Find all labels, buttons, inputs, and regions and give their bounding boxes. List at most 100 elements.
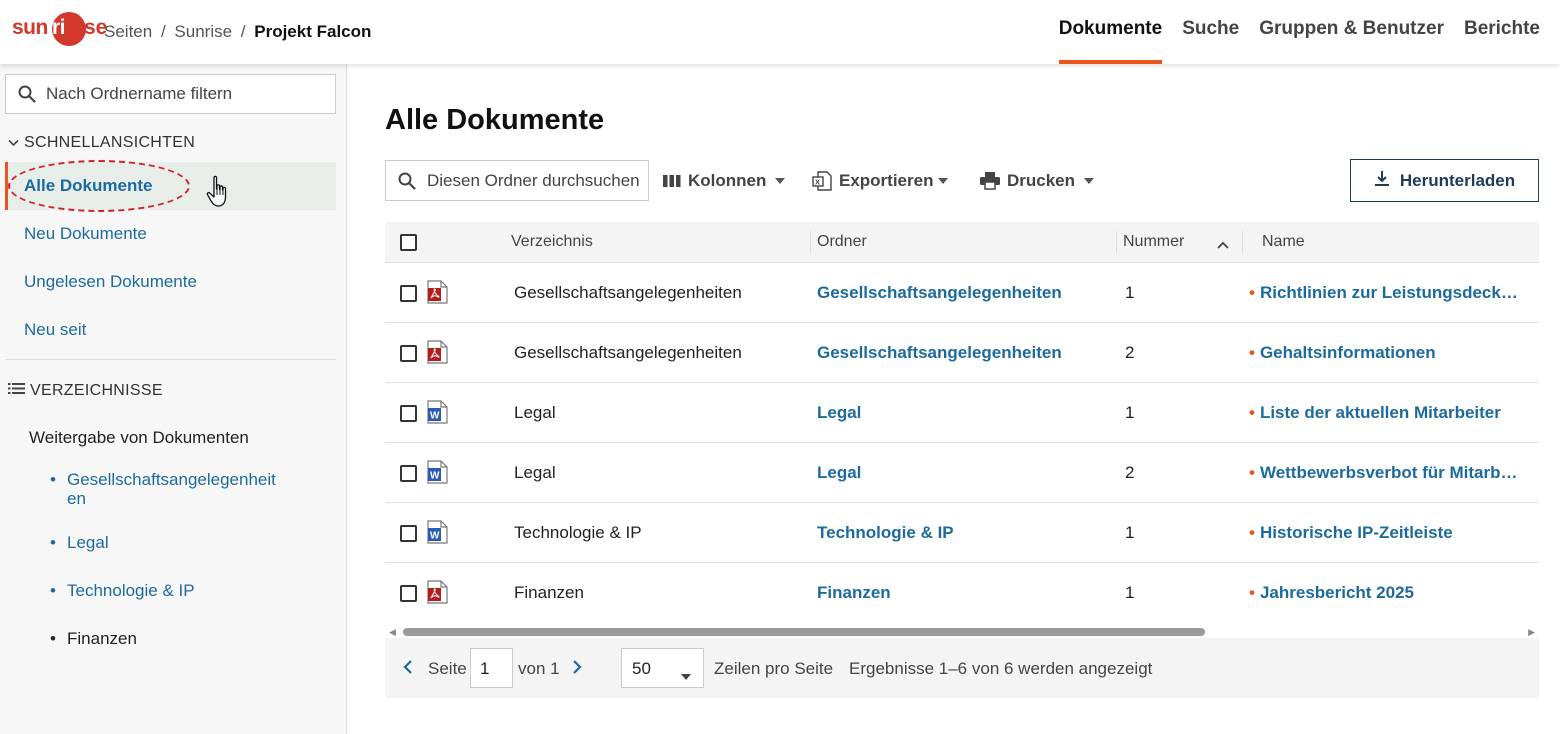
- quickview-neu-seit[interactable]: Neu seit: [5, 306, 336, 354]
- directories-header[interactable]: VERZEICHNISSE: [8, 382, 163, 400]
- caret-down-icon: [775, 178, 786, 184]
- columns-button[interactable]: Kolonnen: [663, 171, 786, 191]
- chevron-down-icon: [8, 134, 19, 152]
- folder-search[interactable]: [385, 160, 649, 201]
- export-button[interactable]: X Exportieren: [812, 171, 949, 191]
- tree-item-label: Finanzen: [67, 629, 137, 648]
- cell-name-link[interactable]: • Historische IP-Zeitleiste: [1249, 523, 1519, 543]
- row-checkbox[interactable]: [400, 405, 417, 422]
- header-name[interactable]: Name: [1262, 233, 1305, 251]
- scroll-left-icon[interactable]: ◀: [389, 627, 396, 638]
- cell-nummer: 2: [1125, 463, 1135, 482]
- download-button[interactable]: Herunterladen: [1350, 159, 1539, 202]
- page-of-label: von 1: [518, 659, 560, 678]
- cell-ordner-link[interactable]: Legal: [817, 463, 861, 483]
- page-size-select[interactable]: 50: [621, 648, 704, 688]
- nav-tab-suche[interactable]: Suche: [1182, 0, 1239, 64]
- table-row[interactable]: W Legal Legal 1 • Liste der aktuellen Mit…: [385, 383, 1539, 443]
- rows-per-page-label: Zeilen pro Seite: [714, 659, 834, 678]
- top-bar: sun ri se Seiten / Sunrise / Projekt Fal…: [0, 0, 1560, 64]
- breadcrumb-separator: /: [160, 22, 166, 41]
- tree-item-finanzen[interactable]: • Finanzen: [50, 629, 290, 648]
- breadcrumb-root[interactable]: Seiten: [104, 22, 152, 41]
- cell-nummer: 1: [1125, 403, 1135, 422]
- breadcrumb-separator: /: [240, 22, 246, 41]
- nav-tab-berichte[interactable]: Berichte: [1464, 0, 1540, 64]
- breadcrumb: Seiten / Sunrise / Projekt Falcon: [104, 22, 371, 42]
- row-checkbox[interactable]: [400, 345, 417, 362]
- folder-search-input[interactable]: [427, 161, 639, 200]
- cell-name-link[interactable]: • Gehaltsinformationen: [1249, 343, 1519, 363]
- sidebar-divider: [5, 359, 336, 360]
- column-separator[interactable]: [810, 231, 811, 253]
- tree-item-gesellschaftsangelegenheiten[interactable]: • Gesellschaftsangelegenheit en: [50, 470, 290, 508]
- tree-item-legal[interactable]: • Legal: [50, 533, 290, 552]
- nav-tab-dokumente[interactable]: Dokumente: [1058, 0, 1163, 64]
- download-label: Herunterladen: [1399, 170, 1516, 190]
- table-row[interactable]: W Technologie & IP Technologie & IP 1 • H…: [385, 503, 1539, 563]
- tree-item-technologie-ip[interactable]: • Technologie & IP: [50, 581, 290, 600]
- print-button[interactable]: Drucken: [980, 171, 1095, 191]
- cell-ordner-link[interactable]: Technologie & IP: [817, 523, 954, 543]
- cell-ordner-link[interactable]: Gesellschaftsangelegenheiten: [817, 283, 1062, 303]
- row-checkbox[interactable]: [400, 285, 417, 302]
- cell-name-link[interactable]: • Jahresbericht 2025: [1249, 583, 1519, 603]
- cell-ordner-link[interactable]: Legal: [817, 403, 861, 423]
- header-ordner[interactable]: Ordner: [817, 233, 867, 251]
- select-all-checkbox[interactable]: [400, 234, 417, 251]
- scrollbar-thumb[interactable]: [403, 628, 1205, 636]
- svg-text:W: W: [430, 531, 440, 542]
- cell-ordner-link[interactable]: Gesellschaftsangelegenheiten: [817, 343, 1062, 363]
- print-label: Drucken: [1007, 171, 1076, 190]
- cell-name-link[interactable]: • Richtlinien zur Leistungsdeckung: [1249, 283, 1519, 303]
- cell-name-link[interactable]: • Wettbewerbsverbot für Mitarbeiter: [1249, 463, 1519, 483]
- cell-ordner-link[interactable]: Finanzen: [817, 583, 891, 603]
- hand-cursor-icon: [206, 175, 232, 214]
- sort-ascending-icon[interactable]: [1217, 236, 1229, 254]
- document-name: Historische IP-Zeitleiste: [1259, 523, 1453, 542]
- table-row[interactable]: W Legal Legal 2 • Wettbewerbsverbot für M…: [385, 443, 1539, 503]
- header-verzeichnis[interactable]: Verzeichnis: [511, 233, 593, 251]
- cell-verzeichnis: Technologie & IP: [514, 523, 642, 542]
- table-row[interactable]: Gesellschaftsangelegenheiten Gesellschaf…: [385, 263, 1539, 323]
- table-row[interactable]: Finanzen Finanzen 1 • Jahresbericht 2025: [385, 563, 1539, 623]
- column-separator[interactable]: [1116, 231, 1117, 253]
- search-icon: [398, 172, 416, 195]
- tree-root-weitergabe[interactable]: Weitergabe von Dokumenten: [29, 428, 249, 448]
- columns-icon: [663, 174, 681, 188]
- pagination: Seite 1 von 1 50 Zeilen pro Seite Ergebn…: [385, 638, 1539, 698]
- folder-filter-input[interactable]: [46, 75, 326, 113]
- quickview-alle-dokumente[interactable]: Alle Dokumente: [5, 162, 336, 210]
- bullet-icon: •: [50, 581, 56, 600]
- quickview-neu-dokumente[interactable]: Neu Dokumente: [5, 210, 336, 258]
- quickviews-header[interactable]: SCHNELLANSICHTEN: [8, 134, 195, 152]
- document-name: Liste der aktuellen Mitarbeiter: [1259, 403, 1501, 422]
- next-page-icon[interactable]: [572, 659, 582, 680]
- breadcrumb-parent[interactable]: Sunrise: [174, 22, 232, 41]
- document-name: Jahresbericht 2025: [1259, 583, 1414, 602]
- page-number-input[interactable]: 1: [470, 648, 513, 688]
- pdf-file-icon: [426, 280, 448, 309]
- row-checkbox[interactable]: [400, 525, 417, 542]
- scroll-right-icon[interactable]: ▶: [1528, 627, 1535, 638]
- unread-dot-icon: •: [1249, 583, 1255, 602]
- table-row[interactable]: Gesellschaftsangelegenheiten Gesellschaf…: [385, 323, 1539, 383]
- nav-tab-gruppen-benutzer[interactable]: Gruppen & Benutzer: [1259, 0, 1444, 64]
- prev-page-icon[interactable]: [403, 659, 413, 680]
- row-checkbox[interactable]: [400, 585, 417, 602]
- document-name: Richtlinien zur Leistungsdeckung: [1259, 283, 1519, 302]
- cell-name-link[interactable]: • Liste der aktuellen Mitarbeiter: [1249, 403, 1519, 423]
- sunrise-logo[interactable]: sun ri se: [12, 12, 107, 52]
- caret-down-icon: [1084, 178, 1095, 184]
- cell-nummer: 1: [1125, 523, 1135, 542]
- document-name: Wettbewerbsverbot für Mitarbeiter: [1259, 463, 1519, 482]
- quickview-ungelesen-dokumente[interactable]: Ungelesen Dokumente: [5, 258, 336, 306]
- caret-down-icon: [938, 178, 949, 184]
- header-nummer[interactable]: Nummer: [1123, 233, 1184, 251]
- svg-text:W: W: [430, 471, 440, 482]
- row-checkbox[interactable]: [400, 465, 417, 482]
- column-separator[interactable]: [1242, 231, 1243, 253]
- word-file-icon: W: [426, 400, 448, 429]
- cell-verzeichnis: Gesellschaftsangelegenheiten: [514, 283, 742, 302]
- folder-filter[interactable]: [5, 74, 336, 114]
